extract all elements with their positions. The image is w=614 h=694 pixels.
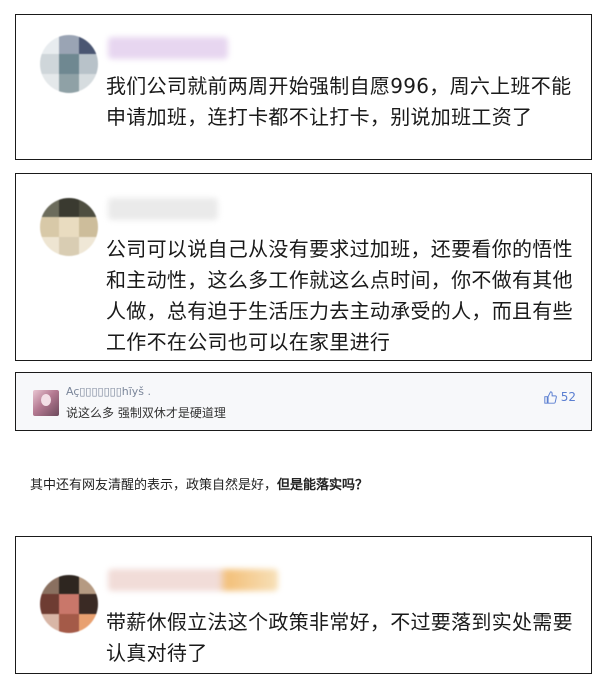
comment-text: 我们公司就前两周开始强制自愿996，周六上班不能申请加班，连打卡都不让打卡，别说… [106,74,572,129]
comment-text: 说这么多 强制双休才是硬道理 [66,406,226,420]
comment-username[interactable]: Aç▯▯▯▯▯▯▯hĩyš . [66,385,151,398]
comment-card-2: 公司可以说自己从没有要求过加班，还要看你的悟性和主动性，这么多工作就这么点时间，… [15,173,592,361]
like-button[interactable]: 52 [544,390,576,404]
thumbs-up-icon [544,390,557,404]
avatar[interactable] [40,198,98,256]
avatar[interactable] [40,575,98,633]
avatar[interactable] [40,35,98,93]
username-blurred[interactable] [108,569,278,591]
article-paragraph: 其中还有网友清醒的表示，政策自然是好，但是能落实吗？ [30,474,368,493]
paragraph-text: 其中还有网友清醒的表示，政策自然是好， [30,478,278,493]
comment-text: 带薪休假立法这个政策非常好，不过要落到实处需要认真对待了 [106,610,573,665]
username-blurred[interactable] [108,198,218,220]
username-blurred[interactable] [108,37,228,59]
weibo-comment: Aç▯▯▯▯▯▯▯hĩyš . 说这么多 强制双休才是硬道理 52 [15,372,592,431]
comment-card-3: 带薪休假立法这个政策非常好，不过要落到实处需要认真对待了 [15,536,592,674]
paragraph-bold-text: 但是能落实吗？ [277,478,369,493]
like-count: 52 [560,390,576,404]
comment-card-1: 我们公司就前两周开始强制自愿996，周六上班不能申请加班，连打卡都不让打卡，别说… [15,14,592,160]
comment-text: 公司可以说自己从没有要求过加班，还要看你的悟性和主动性，这么多工作就这么点时间，… [106,237,573,354]
avatar[interactable] [33,390,59,416]
